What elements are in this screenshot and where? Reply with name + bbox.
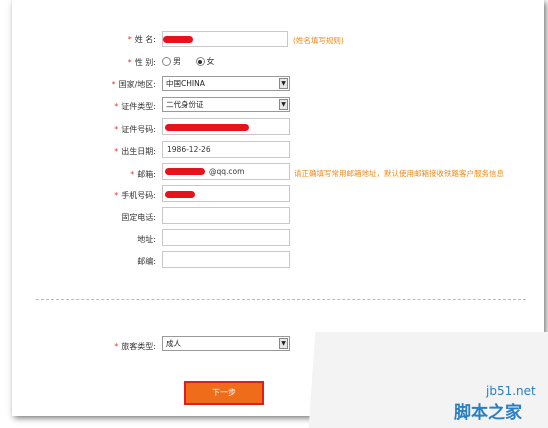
phone-input[interactable] [162,207,290,224]
watermark-site: jb51.net [486,384,536,398]
gender-male-radio[interactable]: 男 [162,57,181,66]
birth-input[interactable]: 1986-12-26 [162,141,290,158]
gender-female-radio[interactable]: 女 [195,57,215,66]
zip-input[interactable] [162,251,290,268]
id-number-label: * 证件号码: [114,125,156,134]
section-divider [36,299,526,300]
mobile-label: * 手机号码: [114,191,156,200]
id-type-select[interactable]: 二代身份证 ▼ [162,97,290,112]
chevron-down-icon[interactable]: ▼ [279,99,288,110]
birth-label: * 出生日期: [114,147,156,156]
address-label: 地址: [137,235,156,244]
phone-label: 固定电话: [121,213,156,222]
radio-checked-icon [195,57,205,66]
id-number-redaction [165,124,249,131]
gender-label: * 性 别: [127,58,156,67]
zip-label: 邮编: [137,257,156,266]
radio-icon [162,57,171,66]
mobile-redaction [165,191,195,198]
next-step-button[interactable]: 下一步 [184,381,264,405]
email-label: * 邮箱: [130,170,156,179]
email-hint: 请正确填写常用邮箱地址，默认使用邮箱接收铁路客户服务信息 [294,169,504,178]
name-label: * 姓 名: [127,35,156,44]
chevron-down-icon[interactable]: ▼ [279,338,288,349]
gender-radio-group: 男 女 [162,56,215,67]
passenger-type-label: * 旅客类型: [114,342,156,351]
watermark-name: 脚本之家 [454,403,522,423]
country-select[interactable]: 中国CHINA ▼ [162,76,290,91]
id-type-label: * 证件类型: [114,102,156,111]
email-redaction [165,168,205,175]
name-hint: (姓名填写规则) [293,36,344,45]
passenger-type-select[interactable]: 成人 ▼ [162,336,290,351]
name-redaction [163,36,193,43]
chevron-down-icon[interactable]: ▼ [279,78,288,89]
country-label: * 国家/地区: [111,80,156,89]
address-input[interactable] [162,229,290,246]
